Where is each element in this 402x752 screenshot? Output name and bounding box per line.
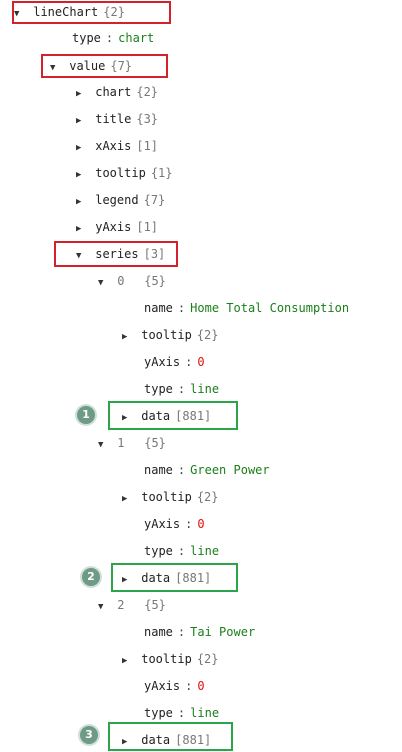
tree-node-tooltip[interactable]: ▶ tooltip {1} xyxy=(76,163,173,183)
expand-triangle-icon[interactable]: ▼ xyxy=(98,597,110,617)
collapse-triangle-icon[interactable]: ▶ xyxy=(122,489,134,509)
tree-leaf-type: type: line xyxy=(144,382,220,396)
highlight-box-linechart xyxy=(12,1,171,24)
number-value: 0 xyxy=(197,355,205,369)
string-value: chart xyxy=(118,31,155,45)
highlight-box-value xyxy=(41,54,168,78)
tree-leaf-type: type: line xyxy=(144,706,220,720)
tree-leaf-name: name: Tai Power xyxy=(144,625,256,639)
tree-node-legend[interactable]: ▶ legend {7} xyxy=(76,190,165,210)
string-value: line xyxy=(190,544,220,558)
tree-node-xaxis[interactable]: ▶ xAxis [1] xyxy=(76,136,158,156)
collapse-triangle-icon[interactable]: ▶ xyxy=(76,192,88,212)
collapse-triangle-icon[interactable]: ▶ xyxy=(76,165,88,185)
tree-leaf-name: name: Green Power xyxy=(144,463,270,477)
tree-node-series-tooltip[interactable]: ▶ tooltip {2} xyxy=(122,649,219,669)
step-badge-1: 1 xyxy=(77,406,95,424)
tree-leaf-type: type: chart xyxy=(72,31,155,45)
highlight-box-series xyxy=(54,241,178,267)
string-value: Home Total Consumption xyxy=(190,301,350,315)
collapse-triangle-icon[interactable]: ▶ xyxy=(122,651,134,671)
tree-leaf-name: name: Home Total Consumption xyxy=(144,301,350,315)
tree-leaf-yaxis: yAxis:0 xyxy=(144,355,205,369)
tree-node-series-1[interactable]: ▼ 1 {5} xyxy=(98,433,166,453)
number-value: 0 xyxy=(197,679,205,693)
string-value: Tai Power xyxy=(190,625,256,639)
highlight-box-data-1 xyxy=(108,401,238,430)
string-value: line xyxy=(190,706,220,720)
step-badge-3: 3 xyxy=(80,726,98,744)
collapse-triangle-icon[interactable]: ▶ xyxy=(76,111,88,131)
collapse-triangle-icon[interactable]: ▶ xyxy=(122,327,134,347)
tree-leaf-yaxis: yAxis:0 xyxy=(144,517,205,531)
expand-triangle-icon[interactable]: ▼ xyxy=(98,273,110,293)
expand-triangle-icon[interactable]: ▼ xyxy=(98,435,110,455)
highlight-box-data-3 xyxy=(108,722,233,751)
number-value: 0 xyxy=(197,517,205,531)
highlight-box-data-2 xyxy=(111,563,238,592)
string-value: Green Power xyxy=(190,463,270,477)
tree-leaf-type: type: line xyxy=(144,544,220,558)
tree-node-yaxis[interactable]: ▶ yAxis [1] xyxy=(76,217,158,237)
tree-node-title[interactable]: ▶ title {3} xyxy=(76,109,158,129)
collapse-triangle-icon[interactable]: ▶ xyxy=(76,84,88,104)
tree-node-series-2[interactable]: ▼ 2 {5} xyxy=(98,595,166,615)
tree-node-series-tooltip[interactable]: ▶ tooltip {2} xyxy=(122,487,219,507)
tree-node-series-tooltip[interactable]: ▶ tooltip {2} xyxy=(122,325,219,345)
collapse-triangle-icon[interactable]: ▶ xyxy=(76,219,88,239)
tree-node-chart[interactable]: ▶ chart {2} xyxy=(76,82,158,102)
string-value: line xyxy=(190,382,220,396)
step-badge-2: 2 xyxy=(82,568,100,586)
tree-leaf-yaxis: yAxis:0 xyxy=(144,679,205,693)
collapse-triangle-icon[interactable]: ▶ xyxy=(76,138,88,158)
tree-node-series-0[interactable]: ▼ 0 {5} xyxy=(98,271,166,291)
